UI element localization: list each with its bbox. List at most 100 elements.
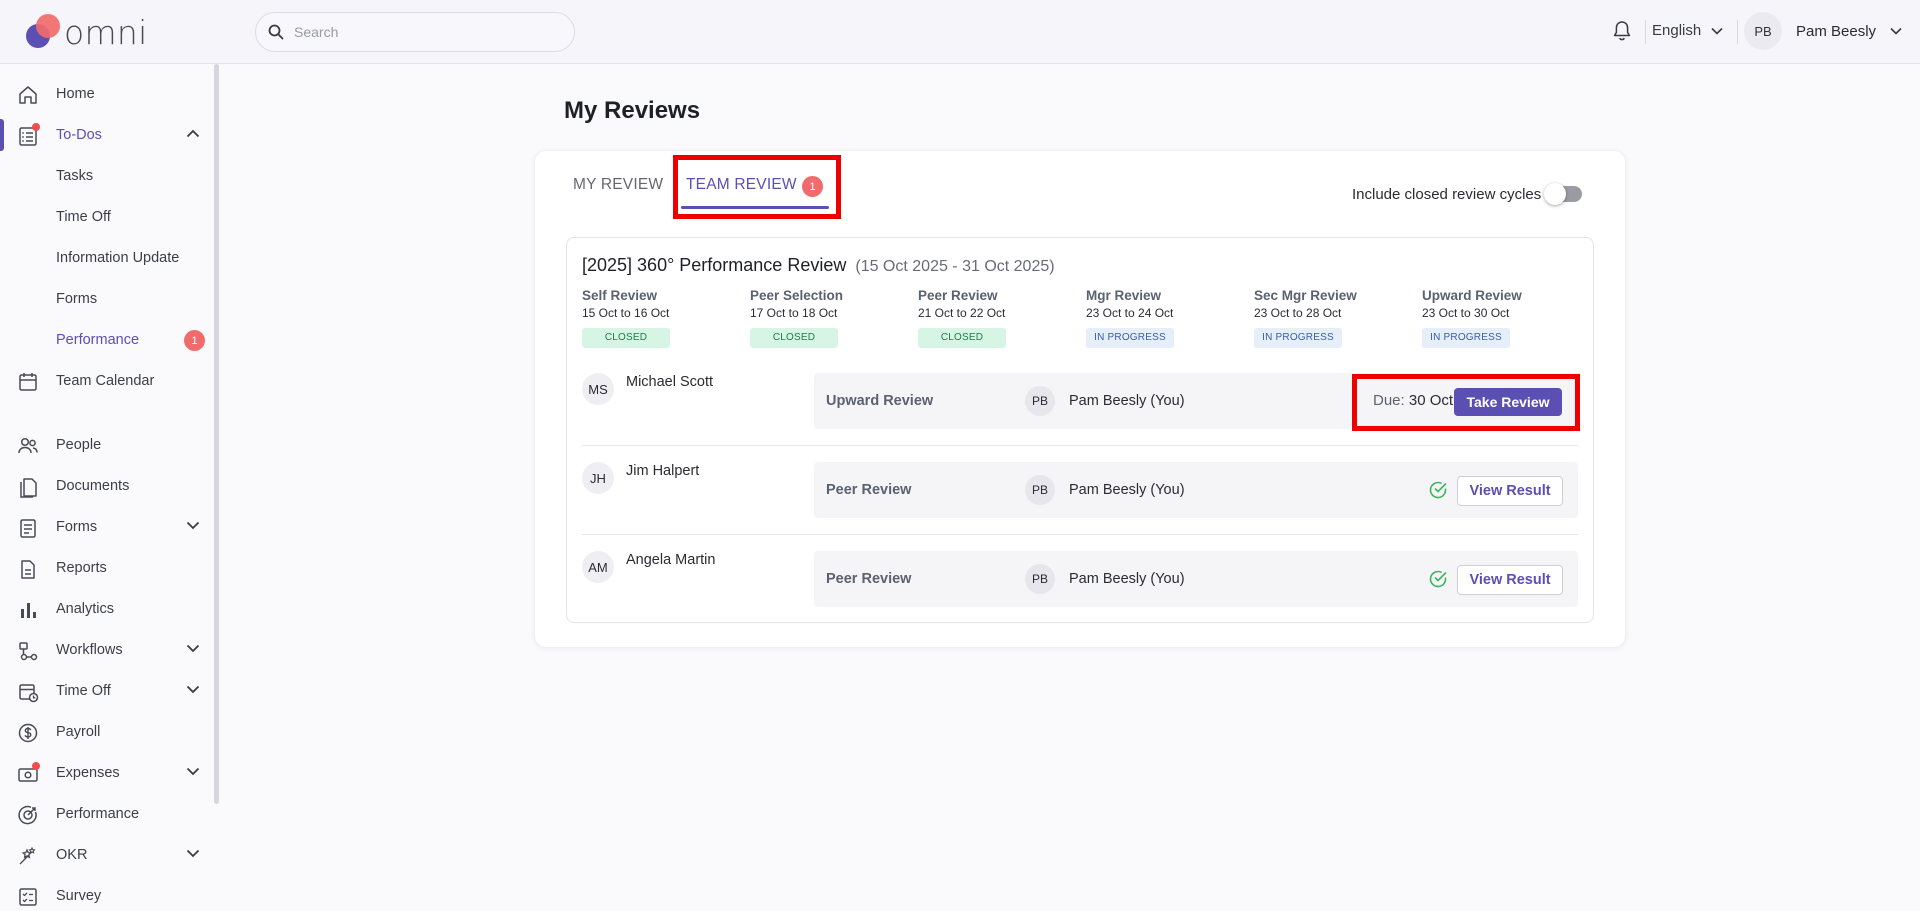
sidebar-item-workflows[interactable]: Workflows — [0, 632, 210, 668]
status-badge: IN PROGRESS — [1086, 328, 1174, 348]
status-badge: IN PROGRESS — [1254, 328, 1342, 348]
workflow-icon — [19, 642, 38, 661]
search-box[interactable] — [255, 12, 575, 52]
reviewee-name: Michael Scott — [626, 374, 714, 390]
row-divider — [582, 445, 1578, 446]
notification-bell-icon[interactable] — [1612, 20, 1632, 42]
sidebar-item-label: Home — [56, 86, 95, 102]
sidebar-item-payroll[interactable]: Payroll — [0, 714, 210, 750]
status-badge: CLOSED — [582, 328, 670, 348]
sidebar-item-label: Performance — [56, 806, 140, 822]
stage-mgr-review: Mgr Review 23 Oct to 24 Oct IN PROGRESS — [1086, 288, 1246, 348]
stage-sec-mgr-review: Sec Mgr Review 23 Oct to 28 Oct IN PROGR… — [1254, 288, 1414, 348]
chevron-down-icon — [186, 521, 200, 530]
row-divider — [582, 534, 1578, 535]
notification-dot — [32, 123, 40, 131]
review-type: Peer Review — [826, 482, 912, 498]
search-input[interactable] — [294, 24, 554, 40]
review-type: Upward Review — [826, 393, 934, 409]
view-result-button[interactable]: View Result — [1457, 565, 1563, 595]
sidebar-item-label: Documents — [56, 478, 130, 494]
view-result-button[interactable]: View Result — [1457, 476, 1563, 506]
sidebar-item-label: People — [56, 437, 102, 453]
sidebar-item-people[interactable]: People — [0, 427, 210, 463]
stage-dates: 21 Oct to 22 Oct — [918, 306, 1006, 320]
sidebar-item-survey[interactable]: Survey — [0, 878, 210, 911]
top-header: omni English PB Pam Beesly — [0, 0, 1920, 64]
check-circle-icon — [1429, 481, 1447, 499]
stage-name: Peer Review — [918, 288, 998, 303]
status-badge: CLOSED — [918, 328, 1006, 348]
reviewer-name: Pam Beesly (You) — [1069, 571, 1185, 587]
status-badge: IN PROGRESS — [1422, 328, 1510, 348]
sidebar-item-label: Reports — [56, 560, 107, 576]
sidebar-item-documents[interactable]: Documents — [0, 468, 210, 504]
dollar-icon — [18, 723, 38, 743]
reviewer-avatar: PB — [1025, 564, 1055, 594]
sidebar-item-forms[interactable]: Forms — [0, 509, 210, 545]
stage-dates: 17 Oct to 18 Oct — [750, 306, 838, 320]
stage-name: Peer Selection — [750, 288, 844, 303]
page-title: My Reviews — [564, 97, 701, 124]
home-icon — [19, 86, 37, 104]
language-label: English — [1652, 22, 1702, 39]
reviewee-avatar: MS — [582, 373, 614, 405]
header-divider — [1737, 20, 1738, 44]
sidebar-item-label: Analytics — [56, 601, 115, 617]
header-divider — [1645, 20, 1646, 44]
stage-dates: 23 Oct to 30 Oct — [1422, 306, 1510, 320]
sidebar-item-okr[interactable]: OKR — [0, 837, 210, 873]
chevron-down-icon — [186, 849, 200, 858]
user-avatar: PB — [1744, 12, 1782, 50]
sidebar-item-team-calendar[interactable]: Team Calendar — [0, 363, 210, 399]
sidebar-item-time-off[interactable]: Time Off — [0, 673, 210, 709]
sidebar-item-label: Time Off — [56, 683, 111, 699]
toggle-knob — [1544, 183, 1566, 205]
reviewee-avatar: AM — [582, 551, 614, 583]
chevron-down-icon — [1890, 27, 1902, 35]
reviewer-name: Pam Beesly (You) — [1069, 482, 1185, 498]
include-closed-toggle[interactable] — [1544, 183, 1582, 205]
cycle-name: [2025] 360° Performance Review — [582, 255, 847, 275]
okr-icon — [19, 846, 36, 865]
stage-upward-review: Upward Review 23 Oct to 30 Oct IN PROGRE… — [1422, 288, 1582, 348]
sidebar-item-reports[interactable]: Reports — [0, 550, 210, 586]
sidebar-item-home[interactable]: Home — [0, 76, 210, 112]
sidebar-scrollbar[interactable] — [214, 64, 219, 804]
sidebar-item-todos[interactable]: To-Dos — [0, 117, 210, 153]
sidebar-item-label: Survey — [56, 888, 102, 904]
reviewee-name: Jim Halpert — [626, 463, 700, 479]
sidebar-item-label: Team Calendar — [56, 373, 155, 389]
user-menu[interactable]: PB Pam Beesly — [1744, 12, 1902, 50]
sidebar-subitem-information-update[interactable]: Information Update — [56, 250, 179, 266]
calendar-icon — [19, 373, 37, 391]
language-selector[interactable]: English — [1652, 22, 1723, 39]
omni-logo-mark — [24, 12, 64, 52]
stage-peer-selection: Peer Selection 17 Oct to 18 Oct CLOSED — [750, 288, 910, 348]
sidebar-item-expenses[interactable]: Expenses — [0, 755, 210, 791]
documents-icon — [20, 478, 37, 498]
sidebar-subitem-performance[interactable]: Performance — [56, 332, 139, 348]
chevron-down-icon — [186, 767, 200, 776]
reviewer-name: Pam Beesly (You) — [1069, 393, 1185, 409]
performance-icon — [18, 805, 37, 825]
highlight-box — [1352, 374, 1580, 431]
time-off-icon — [19, 684, 39, 703]
reviewee-name: Angela Martin — [626, 552, 716, 568]
omni-logo[interactable]: omni — [24, 12, 148, 52]
status-badge: CLOSED — [750, 328, 838, 348]
stage-dates: 23 Oct to 28 Oct — [1254, 306, 1342, 320]
stage-name: Sec Mgr Review — [1254, 288, 1357, 303]
sidebar-item-performance[interactable]: Performance — [0, 796, 210, 832]
tab-my-review[interactable]: MY REVIEW — [573, 176, 663, 194]
stage-dates: 23 Oct to 24 Oct — [1086, 306, 1174, 320]
sidebar-item-analytics[interactable]: Analytics — [0, 591, 210, 627]
people-icon — [18, 437, 38, 454]
reviewer-avatar: PB — [1025, 475, 1055, 505]
stage-name: Self Review — [582, 288, 658, 303]
sidebar-subitem-tasks[interactable]: Tasks — [56, 168, 93, 184]
chevron-down-icon — [1711, 27, 1723, 35]
sidebar-subitem-forms[interactable]: Forms — [56, 291, 97, 307]
chevron-down-icon — [186, 685, 200, 694]
sidebar-subitem-time-off[interactable]: Time Off — [56, 209, 111, 225]
